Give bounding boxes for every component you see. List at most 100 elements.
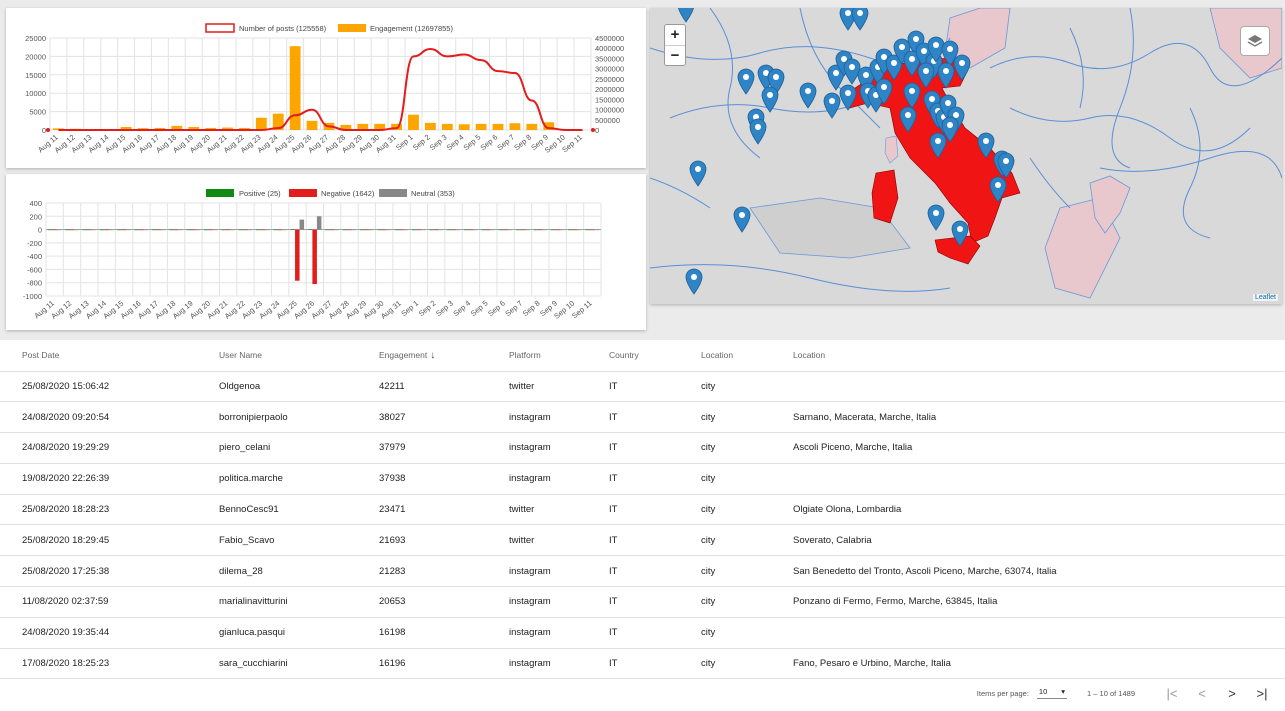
negative-bar[interactable] — [399, 229, 404, 231]
table-row[interactable]: 25/08/2020 17:25:38 dilema_28 21283 instagr… — [0, 555, 1285, 588]
column-header[interactable]: Engagement ↓ — [357, 340, 487, 372]
positive-bar[interactable] — [186, 229, 191, 231]
column-header[interactable]: User Name — [197, 340, 357, 372]
negative-bar[interactable] — [208, 229, 213, 231]
neutral-bar[interactable] — [108, 229, 114, 231]
positive-bar[interactable] — [481, 229, 486, 231]
positive-bar[interactable] — [134, 229, 139, 231]
engagement-bar[interactable] — [306, 120, 318, 130]
column-header[interactable]: Location — [771, 340, 1285, 372]
neutral-bar[interactable] — [403, 229, 409, 231]
column-header[interactable]: Platform — [487, 340, 587, 372]
legend-swatch-negative[interactable] — [289, 189, 317, 197]
legend-label-posts[interactable]: Number of posts (125558) — [239, 24, 327, 33]
positive-bar[interactable] — [169, 229, 174, 231]
neutral-bar[interactable] — [542, 229, 547, 231]
neutral-bar[interactable] — [160, 229, 166, 231]
negative-bar[interactable] — [173, 229, 179, 231]
neutral-bar[interactable] — [386, 229, 391, 231]
negative-bar[interactable] — [243, 229, 248, 231]
negative-bar[interactable] — [468, 229, 474, 231]
prev-page-button[interactable]: < — [1191, 686, 1213, 701]
negative-bar[interactable] — [52, 229, 57, 231]
negative-bar[interactable] — [364, 229, 369, 231]
engagement-bar[interactable] — [255, 117, 267, 130]
neutral-bar[interactable] — [525, 229, 530, 231]
engagement-bar[interactable] — [441, 123, 453, 130]
negative-bar[interactable] — [156, 229, 161, 231]
positive-bar[interactable] — [498, 229, 504, 231]
negative-bar[interactable] — [190, 229, 196, 231]
legend-swatch-engagement[interactable] — [338, 24, 366, 32]
zoom-in-button[interactable]: + — [665, 25, 685, 45]
table-row[interactable]: 25/08/2020 18:28:23 BennoCesc91 23471 twitt… — [0, 494, 1285, 526]
engagement-bar[interactable] — [509, 123, 521, 130]
negative-bar[interactable] — [329, 229, 335, 231]
next-page-button[interactable]: > — [1221, 686, 1243, 701]
table-row[interactable]: 11/08/2020 02:37:59 marialinavitturini 206… — [0, 586, 1285, 618]
neutral-bar[interactable] — [282, 229, 287, 231]
engagement-bar[interactable] — [475, 123, 487, 130]
legend-swatch-positive[interactable] — [206, 189, 234, 197]
negative-bar[interactable] — [121, 229, 127, 231]
positive-bar[interactable] — [463, 229, 469, 231]
positive-bar[interactable] — [151, 229, 157, 231]
legend-label-neutral[interactable]: Neutral (353) — [411, 189, 455, 198]
positive-bar[interactable] — [533, 229, 538, 231]
neutral-bar[interactable] — [195, 229, 201, 231]
engagement-bar[interactable] — [526, 123, 538, 130]
negative-bar[interactable] — [69, 229, 75, 231]
neutral-bar[interactable] — [420, 229, 426, 231]
neutral-bar[interactable] — [299, 219, 305, 230]
neutral-bar[interactable] — [473, 229, 478, 231]
neutral-bar[interactable] — [438, 229, 443, 231]
table-row[interactable]: 25/08/2020 18:29:45 Fabio_Scavo 21693 twitt… — [0, 524, 1285, 557]
engagement-bar[interactable] — [424, 122, 436, 130]
positive-bar[interactable] — [65, 229, 70, 231]
negative-bar[interactable] — [572, 229, 578, 231]
positive-bar[interactable] — [342, 229, 348, 231]
positive-bar[interactable] — [47, 229, 53, 231]
engagement-bar[interactable] — [492, 123, 504, 130]
negative-bar[interactable] — [295, 229, 300, 281]
neutral-bar[interactable] — [507, 229, 513, 231]
negative-bar[interactable] — [451, 229, 456, 231]
positive-bar[interactable] — [307, 229, 313, 230]
positive-bar[interactable] — [585, 229, 590, 231]
positive-bar[interactable] — [394, 229, 400, 231]
positive-bar[interactable] — [377, 229, 382, 231]
neutral-bar[interactable] — [212, 229, 218, 231]
table-row[interactable]: 19/08/2020 22:26:39 politica.marche 37938 i… — [0, 463, 1285, 495]
positive-bar[interactable] — [516, 229, 521, 231]
map-canvas[interactable] — [650, 8, 1282, 304]
first-page-button[interactable]: |< — [1161, 686, 1183, 701]
positive-bar[interactable] — [99, 229, 105, 231]
table-row[interactable]: 24/08/2020 19:35:44 gianluca.pasqui 16198 i… — [0, 617, 1285, 649]
neutral-bar[interactable] — [74, 229, 79, 231]
positive-bar[interactable] — [221, 229, 226, 231]
legend-swatch-posts[interactable] — [205, 23, 235, 33]
neutral-bar[interactable] — [264, 229, 270, 231]
positive-bar[interactable] — [550, 229, 556, 231]
zoom-out-button[interactable]: − — [665, 45, 685, 65]
negative-bar[interactable] — [537, 229, 543, 231]
negative-bar[interactable] — [433, 229, 439, 231]
negative-bar[interactable] — [312, 229, 317, 285]
table-row[interactable]: 25/08/2020 15:06:42 Oldgenoa 42211 twitter I… — [0, 371, 1285, 403]
neutral-bar[interactable] — [577, 229, 582, 231]
neutral-bar[interactable] — [143, 229, 148, 231]
neutral-bar[interactable] — [559, 229, 565, 231]
negative-bar[interactable] — [555, 229, 560, 231]
positive-bar[interactable] — [117, 229, 122, 231]
engagement-bar[interactable] — [458, 124, 470, 130]
column-header[interactable]: Location — [679, 340, 771, 372]
legend-label-negative[interactable]: Negative (1642) — [321, 189, 375, 198]
negative-bar[interactable] — [277, 229, 283, 231]
positive-bar[interactable] — [290, 229, 296, 230]
neutral-bar[interactable] — [91, 229, 96, 231]
positive-bar[interactable] — [446, 229, 452, 231]
negative-bar[interactable] — [225, 229, 231, 231]
table-row[interactable]: 24/08/2020 09:20:54 borronipierpaolo 38027… — [0, 401, 1285, 434]
negative-bar[interactable] — [104, 229, 109, 231]
table-row[interactable]: 17/08/2020 18:25:23 sara_cucchiarini 16196… — [0, 648, 1285, 680]
